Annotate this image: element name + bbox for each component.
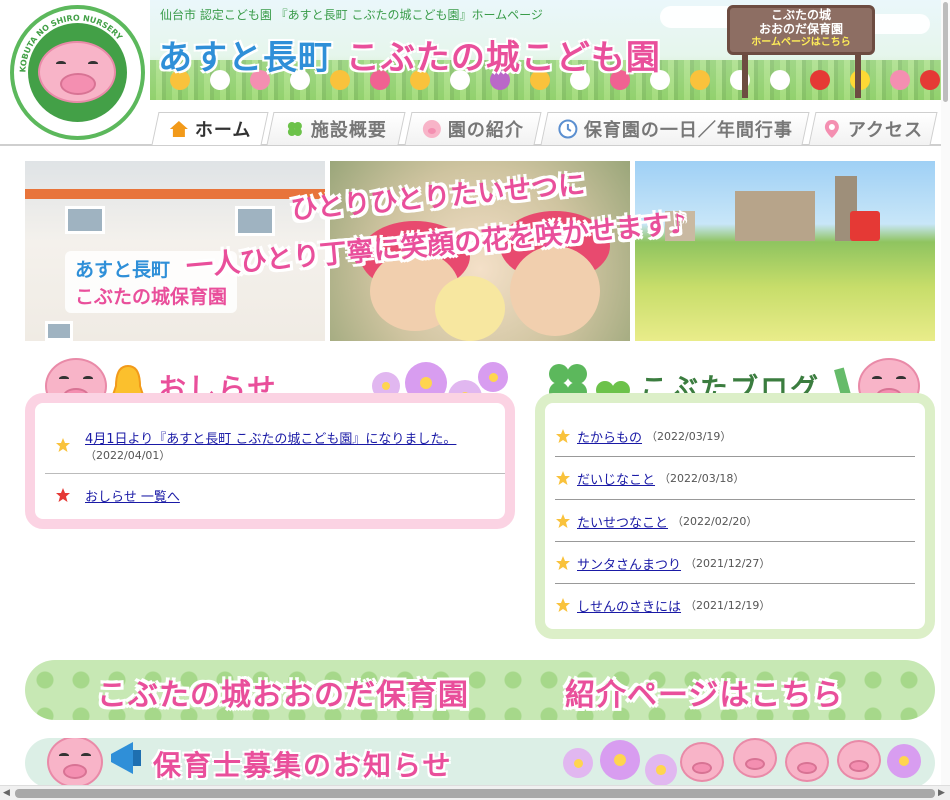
home-icon: [169, 121, 188, 137]
news-item: 4月1日より『あすと長町 こぶたの城こども園』になりました。 （2022/04/…: [55, 428, 505, 463]
flower-decoration: [563, 748, 593, 778]
flower-decoration: [645, 754, 677, 786]
star-icon: [556, 598, 570, 612]
nav-item-home[interactable]: ホーム: [151, 112, 269, 145]
recruit-banner-link[interactable]: 保育士募集のお知らせ: [25, 738, 935, 788]
hero-photo-park: [635, 161, 935, 341]
star-icon: [556, 471, 570, 485]
blog-post-date: （2022/03/18）: [659, 472, 745, 485]
blog-post-link[interactable]: たからもの: [577, 427, 642, 446]
blog-post-row: たからもの （2022/03/19）: [555, 415, 915, 457]
blog-post-link[interactable]: たいせつなこと: [577, 512, 668, 531]
site-title-part2: こぶたの城こども園: [345, 38, 661, 78]
megaphone-icon: [111, 742, 141, 774]
clover-icon: [287, 122, 302, 136]
vertical-scrollbar[interactable]: [941, 0, 950, 785]
pig-mascot-icon: [733, 738, 777, 778]
sign-line3: ホームページはこちら: [751, 37, 851, 48]
nav-label-facility: 施設概要: [310, 120, 387, 141]
pig-icon: [422, 120, 441, 138]
nav-label-about: 園の紹介: [447, 120, 524, 141]
sign-post: [855, 50, 861, 98]
blog-post-link[interactable]: だいじなこと: [577, 469, 655, 488]
onoda-banner-name: こぶたの城おおのだ保育園: [97, 678, 469, 713]
onoda-banner-cta: 紹介ページはこちら: [565, 678, 844, 713]
blog-post-row: サンタさんまつり （2021/12/27）: [555, 542, 915, 584]
star-icon: [556, 429, 570, 443]
horizontal-scrollbar[interactable]: ◀ ▶: [0, 785, 950, 800]
pig-mascot-icon: [47, 738, 103, 788]
nav-label-access: アクセス: [848, 120, 924, 141]
star-icon: [556, 514, 570, 528]
sign-post: [742, 50, 748, 98]
blog-box: たからもの （2022/03/19） だいじなこと （2022/03/18） た…: [535, 393, 935, 639]
nav-item-about[interactable]: 園の紹介: [404, 112, 542, 145]
nav-label-schedule: 保育園の一日／年間行事: [583, 120, 793, 141]
pig-face-icon: [38, 41, 116, 103]
flower-decoration: [887, 744, 921, 778]
blog-post-row: しせんのさきには （2021/12/19）: [555, 584, 915, 626]
flower-decoration: [478, 362, 508, 392]
hero-banner: あすと長町 こぶたの城保育園 ひとりひとりたいせつに 一人ひとり丁寧に笑顔の花を…: [25, 161, 935, 341]
star-icon: [56, 488, 70, 502]
hero-school-line2: こぶたの城保育園: [75, 286, 228, 308]
site-title[interactable]: あすと長町 こぶたの城こども園: [158, 30, 661, 79]
recruit-banner-text: 保育士募集のお知らせ: [153, 749, 453, 782]
news-item-link[interactable]: 4月1日より『あすと長町 こぶたの城こども園』になりました。: [85, 428, 505, 447]
onoda-sign-link[interactable]: こぶたの城 おおのだ保育園 ホームページはこちら: [727, 5, 875, 55]
nav-item-access[interactable]: アクセス: [808, 112, 938, 145]
scroll-left-arrow-icon[interactable]: ◀: [3, 788, 10, 799]
blog-post-row: だいじなこと （2022/03/18）: [555, 457, 915, 499]
sign-line2: おおのだ保育園: [758, 22, 843, 36]
blog-post-date: （2021/12/27）: [685, 557, 771, 570]
news-more: おしらせ 一覧へ: [55, 486, 505, 505]
site-tagline: 仙台市 認定こども園 『あすと長町 こぶたの城こども園』ホームページ: [160, 8, 543, 22]
vertical-scrollbar-thumb[interactable]: [943, 2, 948, 102]
news-box: 4月1日より『あすと長町 こぶたの城こども園』になりました。 （2022/04/…: [25, 393, 515, 529]
star-icon: [556, 556, 570, 570]
blog-post-row: たいせつなこと （2022/02/20）: [555, 500, 915, 542]
news-more-link[interactable]: おしらせ 一覧へ: [85, 486, 505, 505]
pig-mascot-icon: [680, 742, 724, 782]
nav-label-home: ホーム: [194, 120, 252, 141]
scroll-right-arrow-icon[interactable]: ▶: [938, 788, 945, 799]
blog-post-date: （2022/02/20）: [672, 515, 758, 528]
site-logo[interactable]: KOBUTA NO SHIRO NURSERY: [10, 5, 145, 140]
site-title-part1: あすと長町: [158, 38, 333, 78]
news-divider: [45, 473, 505, 474]
flower-decoration: [600, 740, 640, 780]
onoda-banner-link[interactable]: こぶたの城おおのだ保育園 紹介ページはこちら: [25, 660, 935, 720]
pig-mascot-icon: [837, 740, 881, 780]
map-pin-icon: [825, 120, 840, 138]
clock-icon: [557, 119, 577, 139]
sign-line1: こぶたの城: [770, 8, 831, 22]
nav-item-facility[interactable]: 施設概要: [266, 112, 406, 145]
nav-item-schedule[interactable]: 保育園の一日／年間行事: [540, 112, 810, 145]
blog-post-date: （2022/03/19）: [646, 430, 732, 443]
main-nav: ホーム 施設概要 園の紹介 保育園の一日／年間行事 アクセス: [150, 112, 940, 146]
star-icon: [56, 438, 70, 452]
blog-post-date: （2021/12/19）: [685, 599, 771, 612]
horizontal-scrollbar-thumb[interactable]: [15, 789, 935, 798]
news-item-date: （2022/04/01）: [85, 449, 171, 462]
pig-mascot-icon: [785, 742, 829, 782]
blog-post-link[interactable]: しせんのさきには: [577, 596, 681, 615]
blog-post-link[interactable]: サンタさんまつり: [577, 554, 681, 573]
